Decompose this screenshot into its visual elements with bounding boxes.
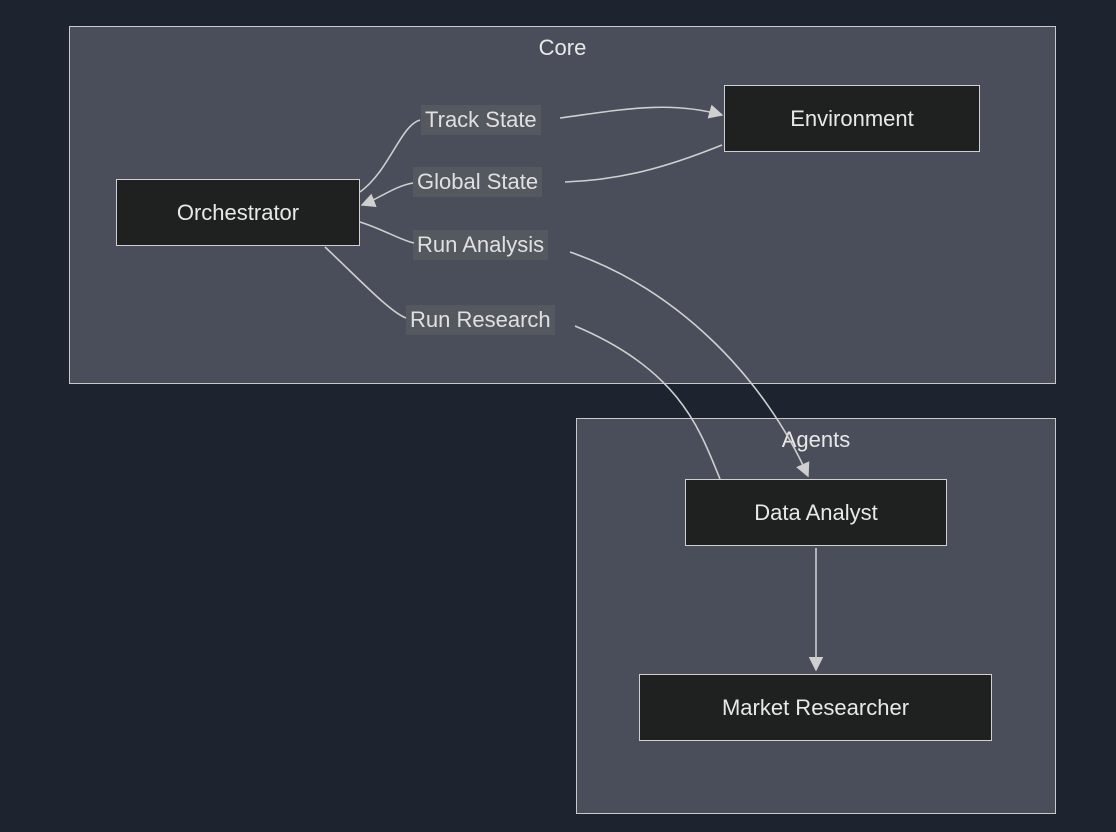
edge-label-global-state: Global State	[413, 167, 542, 197]
node-environment: Environment	[724, 85, 980, 152]
subgraph-core-title: Core	[539, 35, 587, 61]
node-market-researcher: Market Researcher	[639, 674, 992, 741]
node-data-analyst-label: Data Analyst	[754, 500, 878, 526]
node-environment-label: Environment	[790, 106, 914, 132]
subgraph-agents-title: Agents	[782, 427, 851, 453]
node-orchestrator-label: Orchestrator	[177, 200, 299, 226]
node-data-analyst: Data Analyst	[685, 479, 947, 546]
node-market-researcher-label: Market Researcher	[722, 695, 909, 721]
subgraph-agents: Agents	[576, 418, 1056, 814]
edge-label-run-research: Run Research	[406, 305, 555, 335]
edge-label-run-analysis: Run Analysis	[413, 230, 548, 260]
node-orchestrator: Orchestrator	[116, 179, 360, 246]
edge-label-track-state: Track State	[421, 105, 541, 135]
